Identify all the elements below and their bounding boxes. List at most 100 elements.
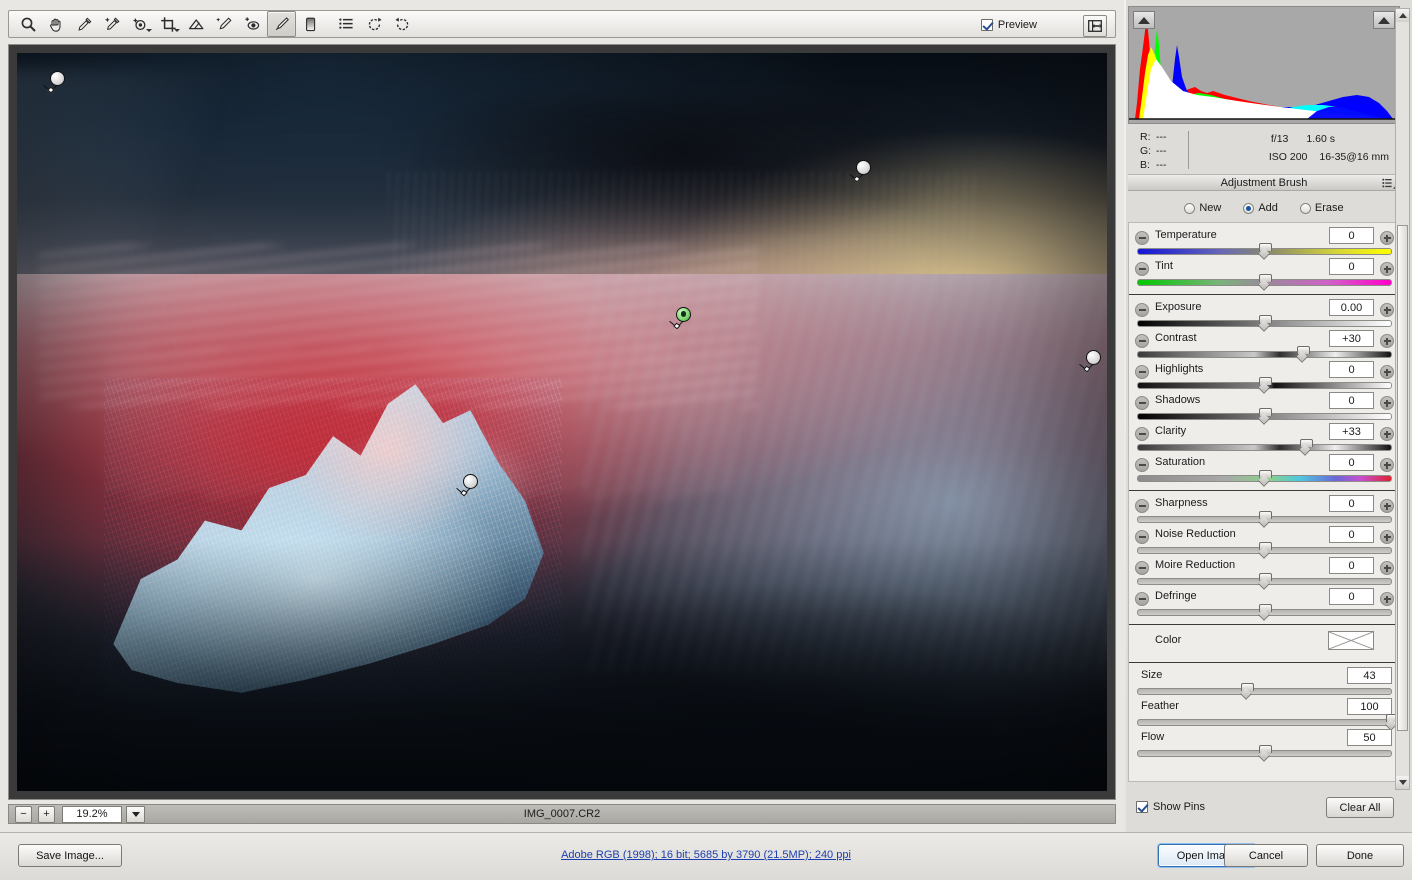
increment-button[interactable] xyxy=(1380,427,1394,441)
pin-dot[interactable] xyxy=(49,71,65,87)
brush-mode-erase[interactable]: Erase xyxy=(1299,202,1344,214)
rotate-clockwise-icon[interactable] xyxy=(389,12,416,36)
slider-value[interactable]: 50 xyxy=(1347,729,1392,746)
decrement-button[interactable] xyxy=(1135,262,1149,276)
slider-thumb[interactable] xyxy=(1258,604,1272,617)
red-eye-removal-tool-icon[interactable] xyxy=(239,12,266,36)
decrement-button[interactable] xyxy=(1135,427,1149,441)
done-button[interactable]: Done xyxy=(1316,844,1404,867)
slider-value[interactable]: 0.00 xyxy=(1329,299,1374,316)
decrement-button[interactable] xyxy=(1135,365,1149,379)
brush-mode-add[interactable]: Add xyxy=(1243,202,1278,214)
slider-value[interactable]: 43 xyxy=(1347,667,1392,684)
decrement-button[interactable] xyxy=(1135,499,1149,513)
pin-dot[interactable] xyxy=(1086,350,1102,366)
slider-value[interactable]: 0 xyxy=(1329,258,1374,275)
slider-thumb[interactable] xyxy=(1258,408,1272,421)
increment-button[interactable] xyxy=(1380,396,1394,410)
decrement-button[interactable] xyxy=(1135,458,1149,472)
slider-thumb[interactable] xyxy=(1258,274,1272,287)
slider-thumb[interactable] xyxy=(1258,243,1272,256)
straighten-tool-icon[interactable] xyxy=(183,12,210,36)
graduated-filter-tool-icon[interactable] xyxy=(297,12,324,36)
pin-dot[interactable] xyxy=(856,160,872,175)
decrement-button[interactable] xyxy=(1135,303,1149,317)
slider-moire-reduction[interactable]: Moire Reduction 0 xyxy=(1129,557,1400,588)
adjustment-pin-3[interactable] xyxy=(669,306,694,331)
brush-slider-size[interactable]: Size 43 xyxy=(1129,667,1400,698)
adjustment-pin-4[interactable] xyxy=(1079,350,1104,374)
presets-tool-icon[interactable] xyxy=(333,12,360,36)
scrollbar-thumb[interactable] xyxy=(1397,225,1408,731)
slider-thumb[interactable] xyxy=(1296,346,1311,359)
increment-button[interactable] xyxy=(1380,303,1394,317)
increment-button[interactable] xyxy=(1380,458,1394,472)
fullscreen-toggle-icon[interactable] xyxy=(1083,15,1107,37)
adjustment-pin-1[interactable] xyxy=(42,71,68,95)
adjustment-pin-2[interactable] xyxy=(849,160,874,184)
slider-thumb[interactable] xyxy=(1258,377,1272,390)
scroll-down-icon[interactable] xyxy=(1396,776,1409,789)
targeted-adjustment-tool-icon[interactable] xyxy=(127,12,154,36)
slider-value[interactable]: 0 xyxy=(1329,227,1374,244)
increment-button[interactable] xyxy=(1380,499,1394,513)
slider-track[interactable] xyxy=(1137,688,1392,695)
increment-button[interactable] xyxy=(1380,530,1394,544)
slider-temperature[interactable]: Temperature 0 xyxy=(1129,227,1400,258)
color-sampler-tool-icon[interactable] xyxy=(99,12,126,36)
cancel-button[interactable]: Cancel xyxy=(1224,844,1308,867)
clear-all-button[interactable]: Clear All xyxy=(1326,797,1394,818)
slider-track[interactable] xyxy=(1137,351,1392,358)
slider-thumb[interactable] xyxy=(1258,511,1272,524)
slider-clarity[interactable]: Clarity +33 xyxy=(1129,423,1400,454)
hand-tool-icon[interactable] xyxy=(43,12,70,36)
increment-button[interactable] xyxy=(1380,262,1394,276)
raw-photo-preview[interactable] xyxy=(17,53,1107,791)
preview-checkbox[interactable] xyxy=(980,19,993,31)
slider-exposure[interactable]: Exposure 0.00 xyxy=(1129,299,1400,330)
decrement-button[interactable] xyxy=(1135,231,1149,245)
crop-tool-icon[interactable] xyxy=(155,12,182,36)
slider-saturation[interactable]: Saturation 0 xyxy=(1129,454,1400,485)
image-canvas[interactable] xyxy=(8,44,1116,800)
highlight-clipping-button[interactable] xyxy=(1373,11,1395,29)
adjustment-pin-5[interactable] xyxy=(455,474,481,498)
color-row[interactable]: Color xyxy=(1129,629,1400,657)
histogram[interactable] xyxy=(1128,6,1400,124)
slider-sharpness[interactable]: Sharpness 0 xyxy=(1129,495,1400,526)
pin-dot[interactable] xyxy=(462,474,478,490)
slider-value[interactable]: 0 xyxy=(1329,526,1374,543)
pin-dot[interactable] xyxy=(676,306,692,322)
decrement-button[interactable] xyxy=(1135,592,1149,606)
radio-new-icon[interactable] xyxy=(1184,202,1196,214)
brush-slider-flow[interactable]: Flow 50 xyxy=(1129,729,1400,760)
slider-thumb[interactable] xyxy=(1258,542,1272,555)
slider-value[interactable]: 0 xyxy=(1329,361,1374,378)
brush-mode-new[interactable]: New xyxy=(1184,202,1221,214)
brush-slider-feather[interactable]: Feather 100 xyxy=(1129,698,1400,729)
slider-shadows[interactable]: Shadows 0 xyxy=(1129,392,1400,423)
zoom-tool-icon[interactable] xyxy=(15,12,42,36)
slider-thumb[interactable] xyxy=(1258,573,1272,586)
slider-highlights[interactable]: Highlights 0 xyxy=(1129,361,1400,392)
decrement-button[interactable] xyxy=(1135,530,1149,544)
slider-thumb[interactable] xyxy=(1258,470,1272,483)
increment-button[interactable] xyxy=(1380,231,1394,245)
white-balance-tool-icon[interactable] xyxy=(71,12,98,36)
slider-value[interactable]: 0 xyxy=(1329,588,1374,605)
shadow-clipping-button[interactable] xyxy=(1133,11,1155,29)
decrement-button[interactable] xyxy=(1135,396,1149,410)
slider-value[interactable]: 0 xyxy=(1329,557,1374,574)
radio-erase-icon[interactable] xyxy=(1299,202,1311,214)
slider-value[interactable]: +30 xyxy=(1329,330,1374,347)
preview-toggle[interactable]: Preview xyxy=(980,16,1037,34)
slider-noise-reduction[interactable]: Noise Reduction 0 xyxy=(1129,526,1400,557)
panel-scrollbar[interactable] xyxy=(1395,8,1410,790)
scroll-up-icon[interactable] xyxy=(1396,9,1409,22)
decrement-button[interactable] xyxy=(1135,561,1149,575)
adjustment-brush-tool-icon[interactable] xyxy=(267,11,296,37)
slider-value[interactable]: 0 xyxy=(1329,454,1374,471)
slider-track[interactable] xyxy=(1137,719,1392,726)
slider-defringe[interactable]: Defringe 0 xyxy=(1129,588,1400,619)
slider-value[interactable]: +33 xyxy=(1329,423,1374,440)
